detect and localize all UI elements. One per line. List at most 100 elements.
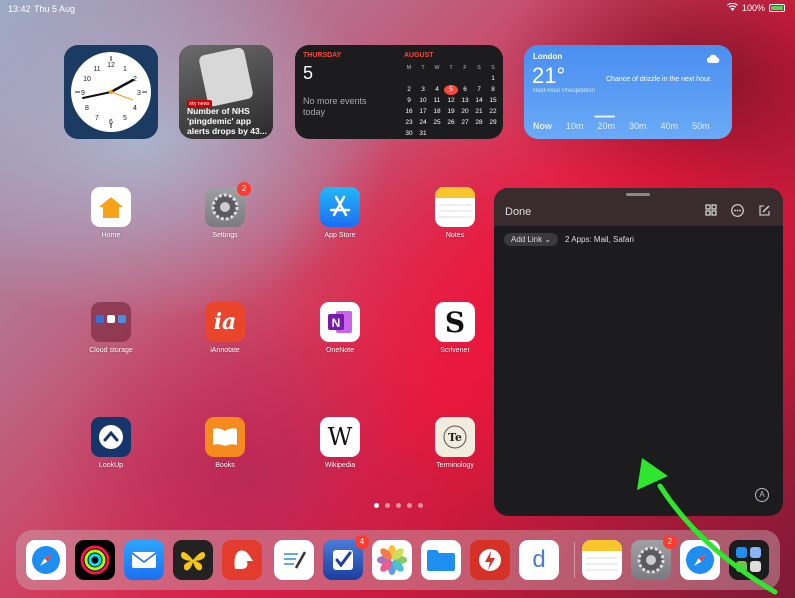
news-headline: Number of NHS 'pingdemic' app alerts dro…: [187, 106, 267, 136]
panel-toolbar: Done: [494, 188, 783, 226]
safari-icon[interactable]: [26, 540, 66, 580]
photos-icon[interactable]: [372, 540, 412, 580]
calendar-date: 9: [407, 97, 411, 104]
svg-text:10: 10: [83, 76, 91, 83]
page-dot[interactable]: [396, 503, 401, 508]
app-cloud-storage-folder[interactable]: Cloud storage: [76, 302, 146, 354]
calendar-date: 30: [405, 130, 413, 137]
slide-over-panel[interactable]: Done Add Link ⌄ 2 Apps: Mail, Safari A: [494, 188, 783, 516]
calendar-date: [402, 74, 416, 84]
writing-app-icon[interactable]: [274, 540, 314, 580]
terminology-icon: Te: [435, 417, 475, 457]
lookup-icon: [91, 417, 131, 457]
folder-icon: [91, 302, 131, 342]
app-label: Books: [215, 462, 235, 469]
app-label: Notes: [445, 232, 465, 239]
notes-recent-icon[interactable]: [582, 540, 622, 580]
bear-icon[interactable]: [222, 540, 262, 580]
calendar-month: AUGUST: [404, 52, 434, 59]
markup-pen-icon[interactable]: A: [755, 488, 769, 502]
add-link-button[interactable]: Add Link ⌄: [504, 233, 559, 246]
app-lookup[interactable]: LookUp: [76, 417, 146, 469]
app-terminology[interactable]: Te Terminology: [420, 417, 490, 469]
svg-text:Te: Te: [448, 431, 462, 444]
calendar-date: 28: [475, 119, 483, 126]
calendar-date: 3: [421, 86, 425, 93]
app-settings[interactable]: 2 Settings: [190, 182, 260, 239]
calendar-date: 25: [433, 119, 441, 126]
calendar-date: [444, 74, 458, 84]
wifi-icon: [726, 2, 738, 13]
app-scrivener[interactable]: S Scrivener: [420, 302, 490, 354]
things-checkbox-icon[interactable]: 4: [323, 535, 369, 580]
page-dot[interactable]: [385, 503, 390, 508]
page-indicator[interactable]: [374, 503, 423, 508]
more-icon[interactable]: [731, 204, 744, 220]
news-widget[interactable]: sky news Number of NHS 'pingdemic' app a…: [179, 45, 273, 139]
app-wikipedia[interactable]: W Wikipedia: [305, 417, 375, 469]
weather-widget[interactable]: London 21° Chance of drizzle in the next…: [524, 45, 732, 139]
home-icon: [91, 187, 131, 227]
calendar-date: 21: [475, 108, 483, 115]
weather-time-label: Now: [533, 121, 552, 131]
app-store-icon: [320, 187, 360, 227]
weather-subtitle: Next-Hour Precipitation: [533, 88, 596, 94]
calendar-date: 15: [489, 97, 497, 104]
weather-timeline: Now 10m 20m 30m 40m 50m: [533, 121, 710, 131]
calendar-widget[interactable]: THURSDAY 5 No more events today AUGUST M…: [295, 45, 503, 139]
svg-text:4: 4: [133, 105, 137, 112]
calendar-date: [430, 74, 444, 84]
calendar-date: 1: [491, 75, 495, 82]
chevron-down-icon: ⌄: [544, 235, 552, 244]
app-label: iAnnotate: [210, 347, 240, 354]
battery-percent: 100%: [741, 3, 765, 13]
mail-icon[interactable]: [124, 540, 164, 580]
calendar-date: [458, 74, 472, 84]
svg-text:5: 5: [123, 115, 127, 122]
clock-widget[interactable]: 12 3 6 9 1245 7 8 10 11: [64, 45, 158, 139]
calendar-date: 12: [447, 97, 455, 104]
page-dot[interactable]: [418, 503, 423, 508]
calendar-date: 20: [461, 108, 469, 115]
app-iannotate[interactable]: ia iAnnotate: [190, 302, 260, 354]
tes-butterfly-icon[interactable]: [173, 540, 213, 580]
app-library-icon[interactable]: [729, 540, 769, 580]
page-dot[interactable]: [374, 503, 379, 508]
done-button[interactable]: Done: [505, 206, 531, 218]
things-badge: 4: [355, 535, 369, 549]
weather-temp: 21°: [532, 63, 566, 88]
calendar-date: 7: [477, 86, 481, 93]
settings-recent-icon[interactable]: 2: [631, 535, 677, 580]
safari-recent-icon[interactable]: [680, 540, 720, 580]
activity-icon[interactable]: [75, 540, 115, 580]
app-app-store[interactable]: App Store: [305, 187, 375, 239]
calendar-date: [472, 74, 486, 84]
dictionary-d-icon[interactable]: d: [519, 540, 559, 580]
app-books[interactable]: Books: [190, 417, 260, 469]
weather-time-label: 30m: [629, 121, 647, 131]
app-label: Terminology: [436, 462, 474, 469]
calendar-date: 18: [433, 108, 441, 115]
app-onenote[interactable]: N OneNote: [305, 302, 375, 354]
onenote-icon: N: [320, 302, 360, 342]
app-label: Wikipedia: [324, 462, 356, 469]
books-icon: [205, 417, 245, 457]
weather-city: London: [533, 52, 563, 61]
calendar-weekday-header: W: [434, 65, 440, 71]
panel-grabber[interactable]: [626, 193, 650, 196]
settings-badge: 2: [237, 182, 251, 196]
panel-tools: [705, 204, 771, 220]
app-label: Cloud storage: [89, 347, 133, 354]
app-home[interactable]: Home: [76, 187, 146, 239]
compose-icon[interactable]: [758, 204, 771, 220]
page-dot[interactable]: [407, 503, 412, 508]
calendar-grid: M T W T F S S 1 2 3 4 5 6 7 8 9 10 11 12 13 14 15 16 17 18 19 20 21…: [402, 63, 500, 139]
svg-text:9: 9: [81, 90, 85, 97]
files-folder-icon[interactable]: [421, 540, 461, 580]
calendar-weekday-header: S: [477, 65, 481, 71]
speedtest-icon[interactable]: [470, 540, 510, 580]
calendar-date: 23: [405, 119, 413, 126]
grid-icon[interactable]: [705, 204, 717, 220]
app-notes[interactable]: Notes: [420, 187, 490, 239]
precip-dots: ••••••••••••••: [594, 114, 615, 121]
